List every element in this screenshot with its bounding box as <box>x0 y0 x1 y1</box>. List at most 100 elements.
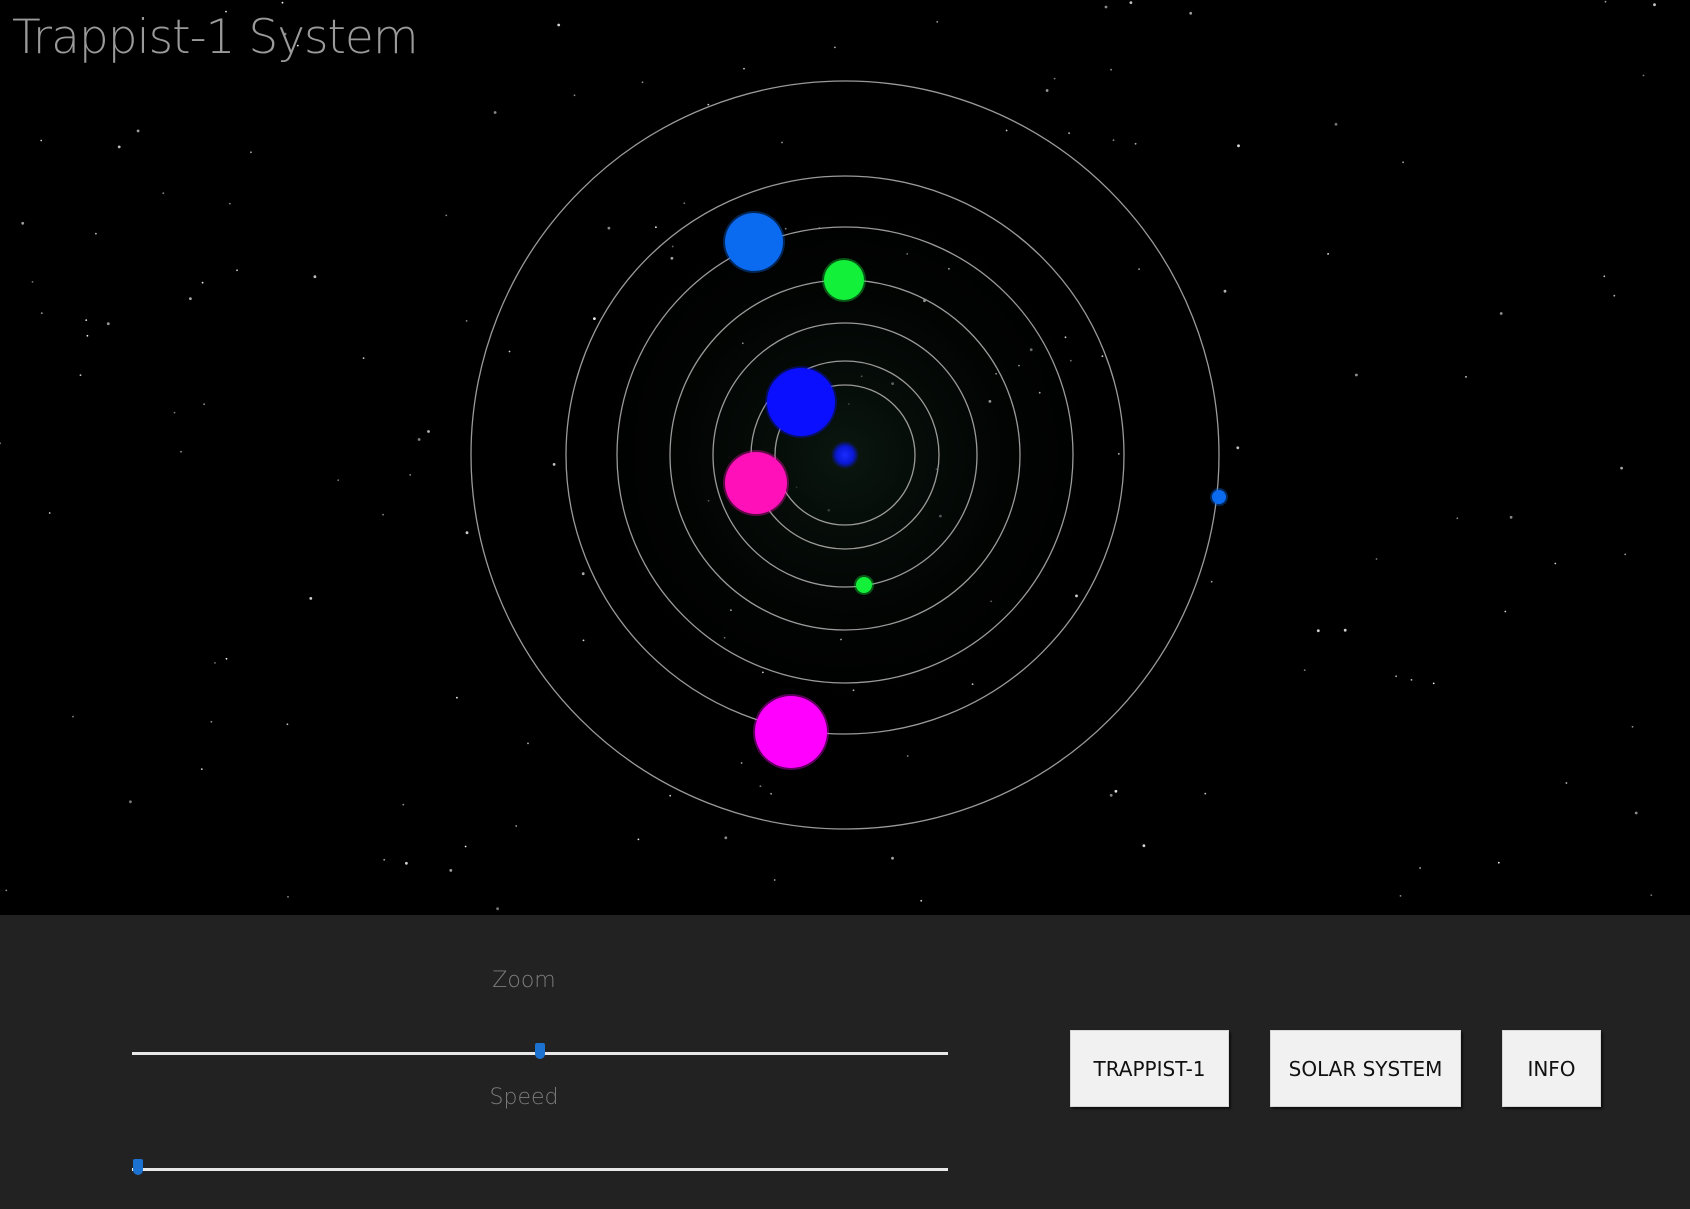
speed-slider-thumb[interactable] <box>133 1159 143 1175</box>
background-star <box>1343 628 1347 632</box>
background-star <box>445 214 448 217</box>
background-star <box>1499 312 1503 315</box>
background-star <box>236 269 238 272</box>
solar-system-button[interactable]: SOLAR SYSTEM <box>1270 1030 1461 1107</box>
background-star <box>1104 5 1108 9</box>
trappist-1-button[interactable]: TRAPPIST-1 <box>1070 1030 1229 1107</box>
background-star <box>1402 161 1404 164</box>
background-star <box>5 889 8 892</box>
planet-magenta <box>755 696 827 768</box>
background-star <box>180 450 182 453</box>
background-star <box>1603 275 1606 278</box>
background-star <box>920 899 923 902</box>
background-star <box>173 411 176 414</box>
background-star <box>641 81 644 84</box>
background-star <box>1129 1 1133 5</box>
speed-slider-track <box>132 1168 948 1171</box>
background-star <box>1138 268 1140 271</box>
background-star <box>1410 679 1413 681</box>
background-star <box>0 442 2 445</box>
background-star <box>1504 610 1507 613</box>
background-star <box>1554 562 1557 565</box>
background-star <box>427 430 430 433</box>
background-star <box>214 662 216 664</box>
background-star <box>86 334 89 337</box>
background-star <box>637 838 640 841</box>
background-star <box>593 317 596 320</box>
background-star <box>1327 253 1329 255</box>
background-star <box>31 281 34 283</box>
background-star <box>1399 895 1402 897</box>
orbit-viewport[interactable]: Trappist-1 System <box>0 0 1690 915</box>
background-star <box>337 479 340 482</box>
background-star <box>1604 0 1607 3</box>
zoom-slider-thumb[interactable] <box>535 1043 545 1059</box>
background-star <box>1653 3 1656 7</box>
background-star <box>1316 629 1320 633</box>
background-star <box>200 768 203 770</box>
background-star <box>1053 77 1056 80</box>
background-star <box>287 896 289 898</box>
background-star <box>1456 517 1459 520</box>
background-star <box>527 742 529 745</box>
background-star <box>1189 11 1193 15</box>
orbit-canvas <box>0 0 1656 911</box>
background-star <box>557 23 561 27</box>
background-star <box>229 202 231 205</box>
background-star <box>1334 122 1338 126</box>
background-star <box>1613 294 1616 297</box>
background-star <box>773 879 776 881</box>
background-star <box>72 715 74 718</box>
central-star-trappist-1 <box>831 441 859 469</box>
background-star <box>582 639 585 642</box>
background-star <box>465 320 468 322</box>
background-star <box>1497 861 1500 864</box>
background-star <box>1303 669 1306 671</box>
background-star <box>1631 725 1634 728</box>
background-star <box>724 836 728 840</box>
background-star <box>906 755 909 757</box>
zoom-slider[interactable] <box>132 1039 948 1069</box>
page-title: Trappist-1 System <box>12 10 419 65</box>
background-star <box>449 869 453 872</box>
zoom-label: Zoom <box>492 968 556 993</box>
background-star <box>683 202 686 205</box>
background-star <box>48 512 51 514</box>
info-button[interactable]: INFO <box>1502 1030 1601 1107</box>
background-star <box>1650 894 1653 896</box>
background-star <box>669 794 672 797</box>
background-star <box>1109 793 1113 797</box>
background-star <box>85 319 88 321</box>
background-star <box>1223 289 1227 293</box>
background-star <box>1134 142 1137 145</box>
planet-blue <box>725 213 783 271</box>
background-star <box>189 297 192 300</box>
background-star <box>552 463 556 466</box>
planet-deep-blue <box>767 368 835 436</box>
background-star <box>936 21 939 23</box>
background-star <box>1110 68 1112 71</box>
background-star <box>573 94 576 97</box>
background-star <box>1395 675 1397 678</box>
background-star <box>1355 373 1358 377</box>
background-star <box>1237 144 1240 148</box>
background-star <box>1210 580 1213 583</box>
background-star <box>834 46 836 49</box>
planet-pink <box>725 452 787 514</box>
background-star <box>1620 466 1623 470</box>
planet-green <box>824 260 864 300</box>
background-star <box>465 531 469 535</box>
speed-slider[interactable] <box>132 1155 948 1185</box>
background-star <box>417 438 421 441</box>
background-star <box>250 151 252 154</box>
background-star <box>1045 89 1049 92</box>
background-star <box>740 762 743 764</box>
speed-label: Speed <box>489 1085 559 1110</box>
background-star <box>21 221 25 225</box>
background-star <box>1114 789 1118 793</box>
background-star <box>493 111 497 114</box>
background-star <box>707 103 710 106</box>
background-star <box>95 232 97 235</box>
background-star <box>515 825 518 827</box>
background-star <box>405 861 408 865</box>
